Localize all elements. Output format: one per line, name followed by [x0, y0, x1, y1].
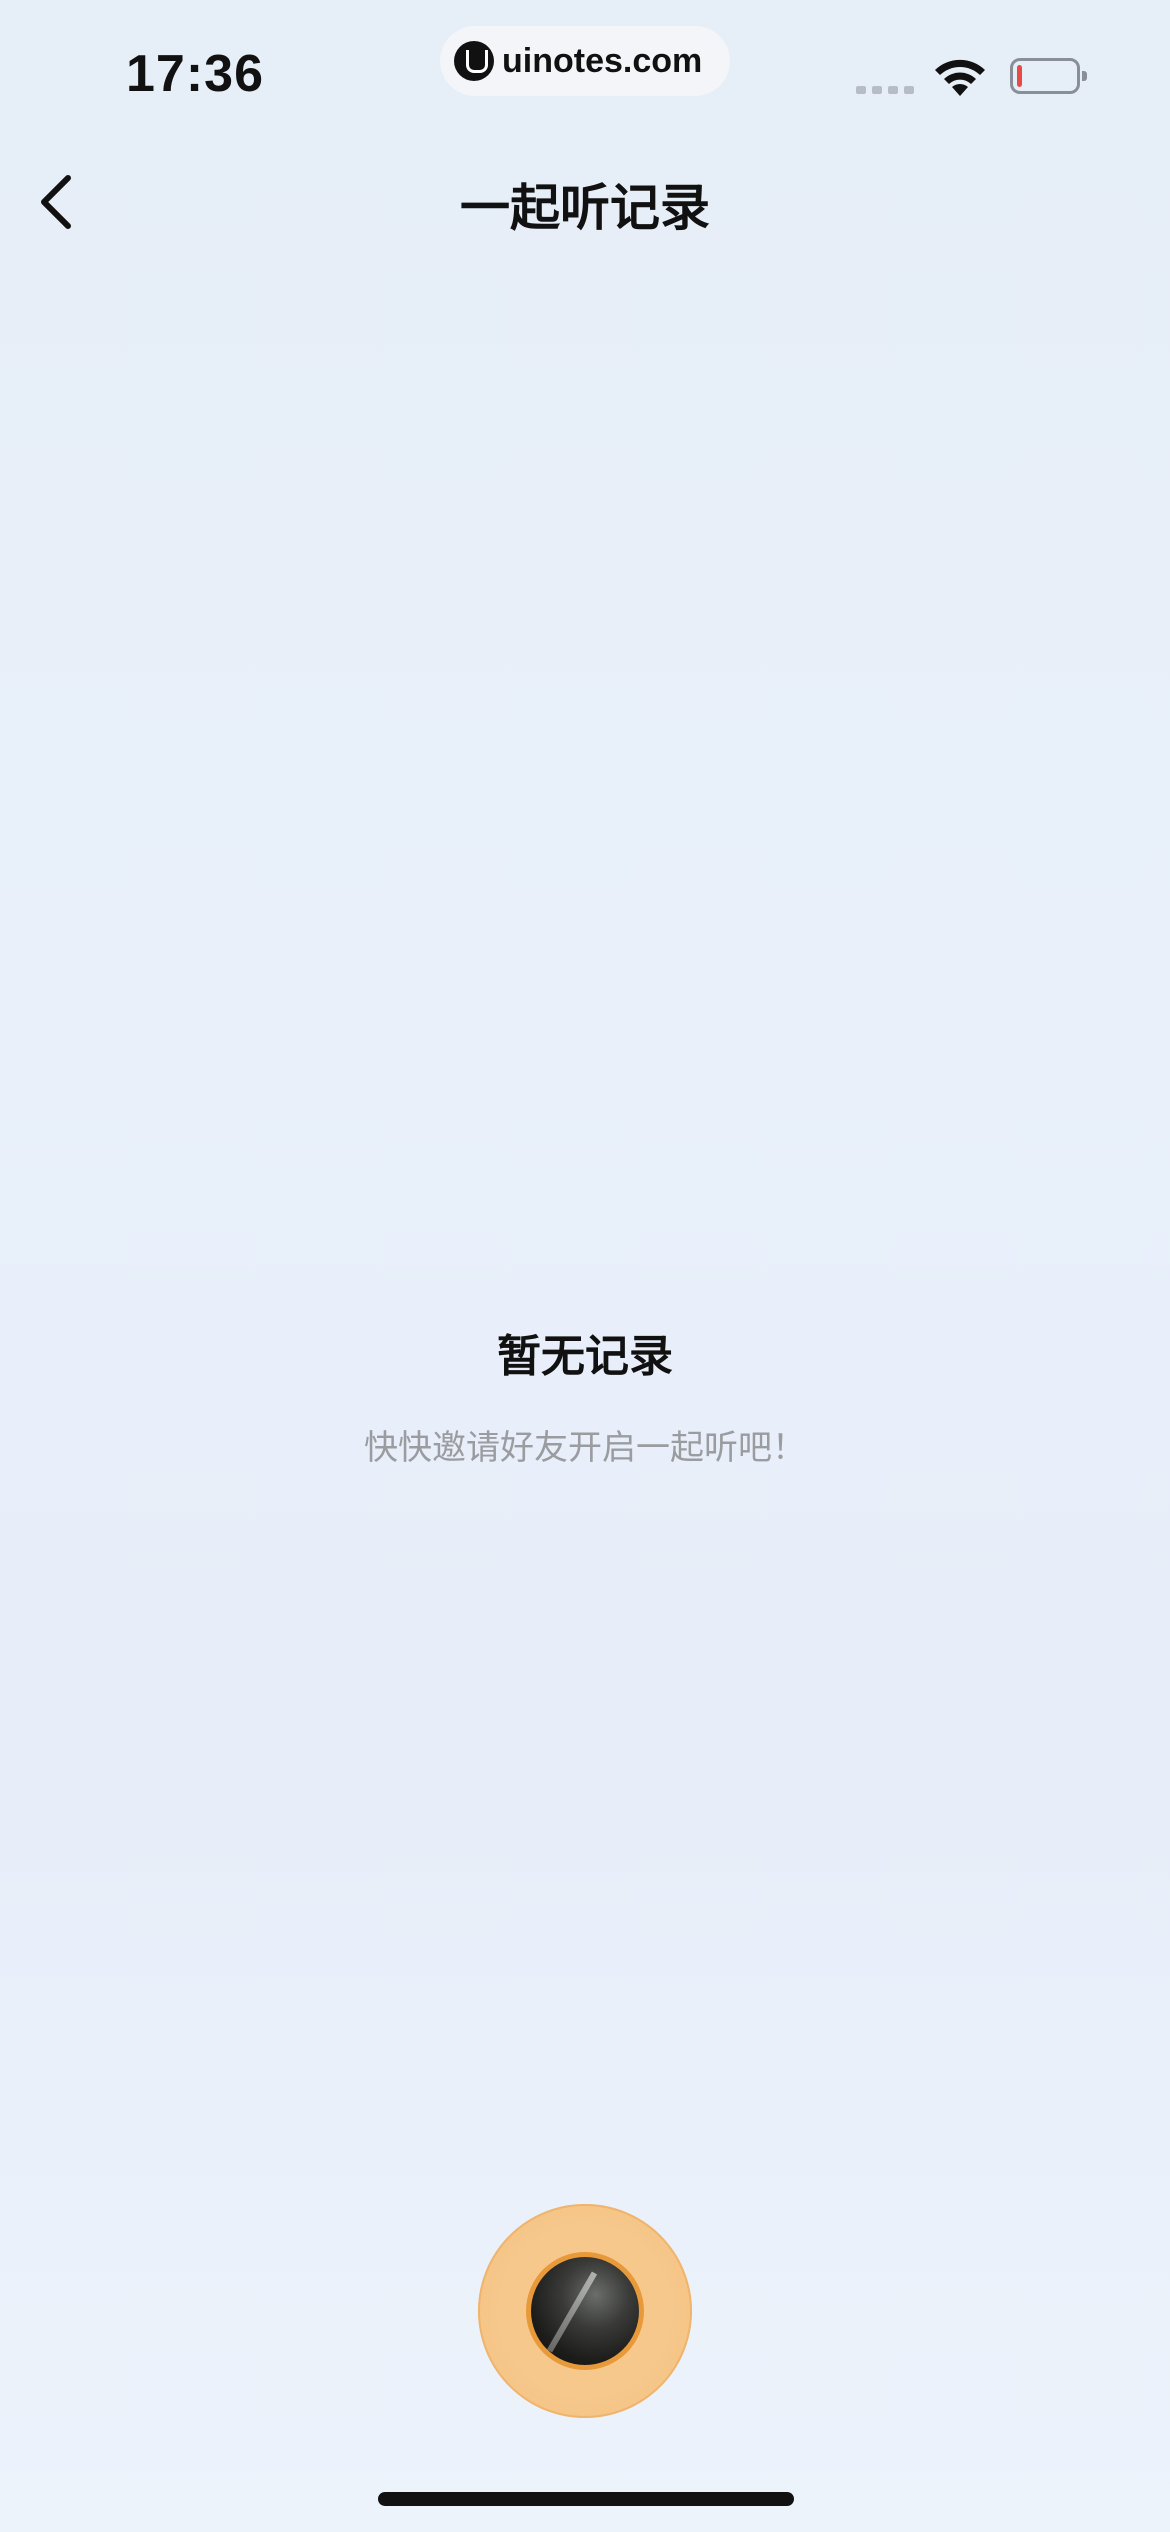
status-bar: 17:36 uinotes.com: [0, 0, 1170, 140]
nav-bar: 一起听记录: [0, 150, 1170, 250]
status-time: 17:36: [126, 45, 264, 103]
wifi-icon: [935, 59, 985, 96]
home-indicator[interactable]: [378, 2492, 794, 2506]
watermark-text: uinotes.com: [502, 41, 703, 80]
empty-state-title: 暂无记录: [497, 1331, 673, 1382]
cellular-signal-icon: [856, 86, 914, 94]
empty-state: 暂无记录 快快邀请好友开启一起听吧！: [0, 1320, 1170, 1469]
album-cover: [531, 2257, 639, 2365]
mini-player-disc[interactable]: [478, 2204, 692, 2418]
empty-state-subtitle: 快快邀请好友开启一起听吧！: [364, 1428, 806, 1468]
battery-icon: [1010, 58, 1087, 94]
page-title: 一起听记录: [460, 179, 710, 237]
watermark-pill: uinotes.com: [440, 26, 730, 96]
disc-ring: [526, 2252, 644, 2370]
uinotes-logo-icon: [454, 41, 494, 81]
battery-level: [1017, 65, 1022, 87]
